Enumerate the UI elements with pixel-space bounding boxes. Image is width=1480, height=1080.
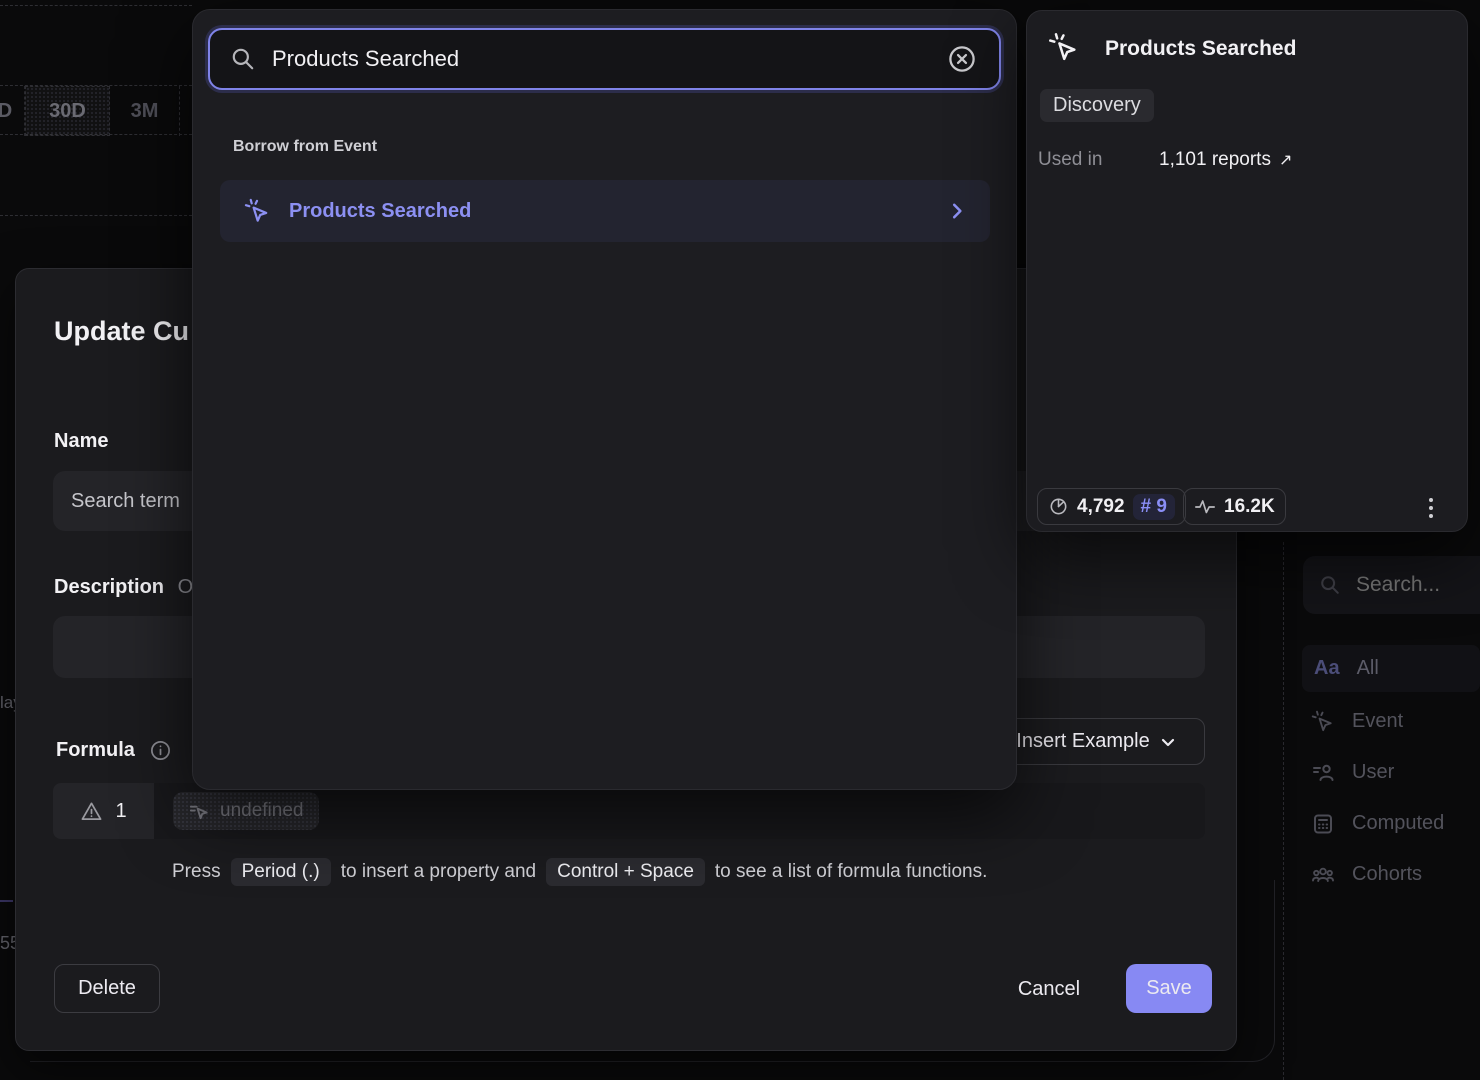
sidebar-filter-label: Computed (1352, 812, 1444, 835)
sidebar-search-input[interactable] (1356, 573, 1476, 597)
app-root: D 30D 3M lay 55 Aa All Event User C (0, 0, 1480, 1080)
insert-example-label: Insert Example (1016, 730, 1149, 753)
property-search-overlay: Borrow from Event Products Searched (192, 9, 1017, 790)
clear-search-icon[interactable] (945, 42, 979, 76)
external-arrow-icon: ↗ (1279, 150, 1292, 170)
search-result-products-searched[interactable]: Products Searched (220, 180, 990, 242)
rank-badge: # 9 (1133, 494, 1175, 520)
info-icon[interactable] (149, 739, 172, 762)
error-count: 1 (115, 800, 126, 823)
sidebar-filter-label: All (1357, 657, 1379, 680)
more-options-button[interactable] (1425, 494, 1437, 522)
modal-title: Update Cu (54, 316, 189, 347)
formula-error-box: 1 (53, 783, 154, 839)
sidebar-filter-label: User (1352, 761, 1394, 784)
result-label: Products Searched (289, 200, 930, 223)
used-in-reports-link[interactable]: 1,101 reports ↗ (1159, 149, 1292, 171)
formula-token-chip[interactable]: undefined (173, 792, 319, 830)
warning-icon (80, 800, 103, 823)
search-input[interactable] (272, 46, 929, 72)
section-label: Borrow from Event (233, 138, 377, 156)
event-icon (244, 198, 271, 225)
event-icon (1311, 710, 1335, 734)
chart-line-fragment (0, 900, 13, 902)
search-field[interactable] (208, 28, 1001, 90)
sidebar-left-divider (1283, 542, 1284, 1080)
event-count: 4,792 (1077, 496, 1125, 518)
insert-example-button[interactable]: Insert Example (987, 718, 1205, 765)
kbd-period: Period (.) (231, 858, 331, 886)
description-label: Description (54, 576, 164, 598)
card-title: Products Searched (1105, 37, 1296, 61)
calculator-icon (1311, 812, 1335, 836)
volume-value: 16.2K (1224, 496, 1275, 518)
event-count-chip[interactable]: 4,792 # 9 (1037, 488, 1186, 525)
chevron-down-icon (1160, 734, 1176, 750)
cohorts-icon (1311, 863, 1335, 887)
cohorts-icon-row[interactable]: Cohorts (1302, 853, 1480, 896)
hint-mid: to insert a property and (341, 861, 536, 883)
kbd-control-space: Control + Space (546, 858, 705, 886)
formula-label-row: Formula (56, 739, 172, 762)
backdrop-divider-top (0, 5, 192, 6)
chart-tick-fragment: 55 (0, 933, 15, 957)
name-label: Name (54, 430, 108, 453)
user-icon (1311, 761, 1335, 785)
cancel-button[interactable]: Cancel (1006, 969, 1092, 1009)
event-icon (1048, 32, 1080, 64)
search-icon (1319, 574, 1341, 596)
time-range-3m[interactable]: 3M (110, 86, 180, 136)
chart-label-fragment: lay (0, 693, 16, 715)
search-icon (230, 46, 256, 72)
sidebar-filter-computed[interactable]: Computed (1302, 802, 1480, 845)
time-range-30d[interactable]: 30D (25, 86, 110, 136)
sidebar-filter-label: Cohorts (1352, 863, 1422, 886)
backdrop-divider-mid (0, 215, 192, 216)
delete-button[interactable]: Delete (54, 964, 160, 1013)
formula-hint: Press Period (.) to insert a property an… (172, 856, 987, 888)
sidebar-filter-all[interactable]: Aa All (1302, 645, 1480, 692)
sidebar-filter-label: Event (1352, 710, 1403, 733)
sidebar-search[interactable] (1303, 556, 1480, 614)
time-range-7d[interactable]: D (0, 86, 24, 136)
category-badge: Discovery (1040, 89, 1154, 122)
aa-icon: Aa (1314, 657, 1340, 680)
formula-token-label: undefined (220, 800, 303, 822)
pie-chart-icon (1048, 496, 1069, 517)
time-range-group: D 30D 3M (0, 85, 192, 135)
hint-tail: to see a list of formula functions. (715, 861, 987, 883)
property-cursor-icon (189, 801, 210, 822)
hint-press: Press (172, 861, 221, 883)
sidebar-filter-user[interactable]: User (1302, 751, 1480, 794)
formula-label: Formula (56, 739, 135, 762)
save-button[interactable]: Save (1126, 964, 1212, 1013)
chevron-right-icon (948, 202, 966, 220)
used-in-label: Used in (1038, 149, 1102, 171)
formula-editor[interactable]: undefined (154, 783, 1205, 839)
volume-chip[interactable]: 16.2K (1183, 488, 1286, 525)
sidebar-filter-event[interactable]: Event (1302, 700, 1480, 743)
activity-icon (1194, 496, 1216, 518)
event-detail-card: Products Searched Discovery Used in 1,10… (1026, 10, 1468, 532)
